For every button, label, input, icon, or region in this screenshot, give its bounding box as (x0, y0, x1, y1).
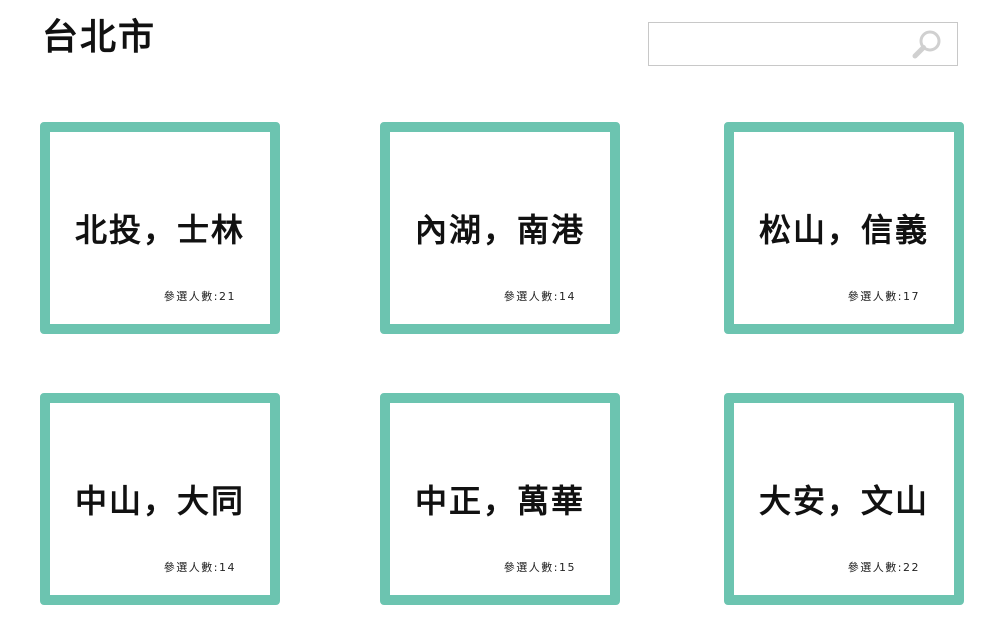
candidate-count: 參選人數:17 (847, 290, 920, 303)
district-card-songshan-xinyi[interactable]: 松山，信義 參選人數:17 (724, 122, 964, 334)
candidate-count: 參選人數:22 (847, 561, 920, 574)
district-name: 內湖，南港 (414, 211, 585, 249)
district-card-zhongzheng-wanhua[interactable]: 中正，萬華 參選人數:15 (380, 393, 620, 605)
search-icon[interactable] (911, 29, 943, 61)
candidate-count: 參選人數:14 (163, 561, 236, 574)
district-name: 松山，信義 (758, 211, 929, 249)
candidate-count: 參選人數:14 (503, 290, 576, 303)
search-box[interactable] (648, 22, 958, 66)
district-card-beitou-shilin[interactable]: 北投，士林 參選人數:21 (40, 122, 280, 334)
district-card-zhongshan-datong[interactable]: 中山，大同 參選人數:14 (40, 393, 280, 605)
candidate-count: 參選人數:15 (503, 561, 576, 574)
district-card-neihu-nangang[interactable]: 內湖，南港 參選人數:14 (380, 122, 620, 334)
district-name: 大安，文山 (758, 482, 929, 520)
page-title: 台北市 (42, 17, 157, 58)
candidate-count: 參選人數:21 (163, 290, 236, 303)
district-card-daan-wenshan[interactable]: 大安，文山 參選人數:22 (724, 393, 964, 605)
district-name: 北投，士林 (74, 211, 245, 249)
district-name: 中正，萬華 (414, 482, 585, 520)
search-input[interactable] (649, 23, 899, 65)
district-name: 中山，大同 (74, 482, 245, 520)
